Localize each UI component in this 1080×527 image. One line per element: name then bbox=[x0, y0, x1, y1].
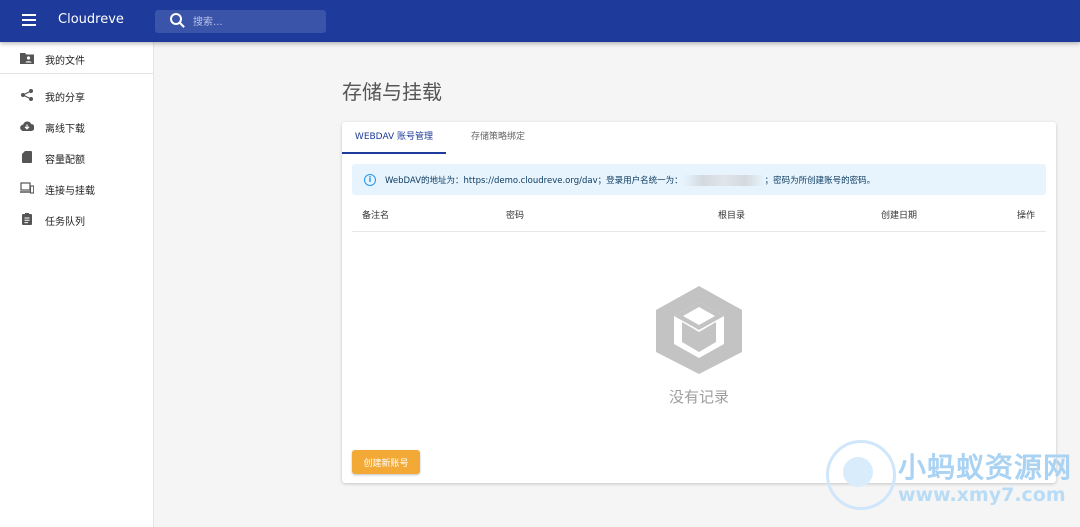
sidebar-item-quota[interactable]: 容量配额 bbox=[0, 143, 153, 171]
app-title[interactable]: Cloudreve bbox=[58, 12, 124, 27]
watermark-title: 小蚂蚁资源网 bbox=[898, 451, 1073, 484]
column-header-root: 根目录 bbox=[718, 211, 746, 221]
search-input[interactable] bbox=[191, 14, 320, 31]
sidebar-item-label: 离线下载 bbox=[45, 124, 85, 135]
app-bar: Cloudreve bbox=[0, 0, 1080, 42]
info-text-suffix: ；密码为所创建账号的密码。 bbox=[764, 176, 876, 186]
watermark: 小蚂蚁资源网 www.xmy7.com bbox=[826, 440, 1078, 520]
tab-webdav-accounts[interactable]: WEBDAV 账号管理 bbox=[342, 122, 446, 154]
sidebar-divider bbox=[0, 73, 153, 74]
watermark-url: www.xmy7.com bbox=[898, 484, 1066, 506]
column-header-actions: 操作 bbox=[1017, 211, 1036, 221]
sidebar-item-label: 任务队列 bbox=[45, 217, 85, 228]
sidebar: 我的文件 我的分享 离线下载 容量配额 连接与挂载 任务队列 bbox=[0, 42, 154, 527]
info-icon: i bbox=[364, 174, 376, 186]
create-account-button[interactable]: 创建新账号 bbox=[352, 450, 420, 474]
info-text-prefix: WebDAV的地址为：https://demo.cloudreve.org/da… bbox=[385, 176, 683, 186]
sidebar-item-my-shares[interactable]: 我的分享 bbox=[0, 81, 153, 109]
devices-icon bbox=[20, 182, 34, 194]
sidebar-item-label: 我的分享 bbox=[45, 93, 85, 104]
watermark-logo bbox=[826, 440, 896, 510]
empty-box-icon bbox=[656, 286, 742, 374]
sd-card-icon bbox=[22, 151, 32, 163]
search-bar[interactable] bbox=[155, 10, 326, 33]
sidebar-item-label: 容量配额 bbox=[45, 155, 85, 166]
info-text: WebDAV的地址为：https://demo.cloudreve.org/da… bbox=[385, 174, 875, 186]
webdav-card: WEBDAV 账号管理 存储策略绑定 i WebDAV的地址为：https://… bbox=[342, 122, 1056, 483]
cloud-download-icon bbox=[20, 121, 34, 132]
table-header-divider bbox=[352, 231, 1046, 232]
page-title: 存储与挂载 bbox=[342, 80, 442, 104]
menu-icon[interactable] bbox=[22, 14, 36, 28]
sidebar-item-label: 我的文件 bbox=[45, 56, 85, 67]
sidebar-item-offline-download[interactable]: 离线下载 bbox=[0, 112, 153, 140]
share-icon bbox=[21, 89, 33, 101]
sidebar-item-task-queue[interactable]: 任务队列 bbox=[0, 205, 153, 233]
clipboard-list-icon bbox=[22, 213, 32, 225]
redacted-username bbox=[682, 175, 765, 186]
tab-policy-binding[interactable]: 存储策略绑定 bbox=[458, 122, 538, 152]
column-header-remark: 备注名 bbox=[362, 211, 390, 221]
column-header-password: 密码 bbox=[506, 211, 525, 221]
search-icon bbox=[170, 13, 182, 25]
empty-state-text: 没有记录 bbox=[668, 388, 729, 406]
column-header-created: 创建日期 bbox=[881, 211, 918, 221]
sidebar-item-my-files[interactable]: 我的文件 bbox=[0, 44, 153, 72]
sidebar-item-connect-mount[interactable]: 连接与挂载 bbox=[0, 174, 153, 202]
folder-account-icon bbox=[20, 53, 34, 64]
sidebar-item-label: 连接与挂载 bbox=[45, 186, 95, 197]
info-alert: i WebDAV的地址为：https://demo.cloudreve.org/… bbox=[352, 164, 1046, 195]
